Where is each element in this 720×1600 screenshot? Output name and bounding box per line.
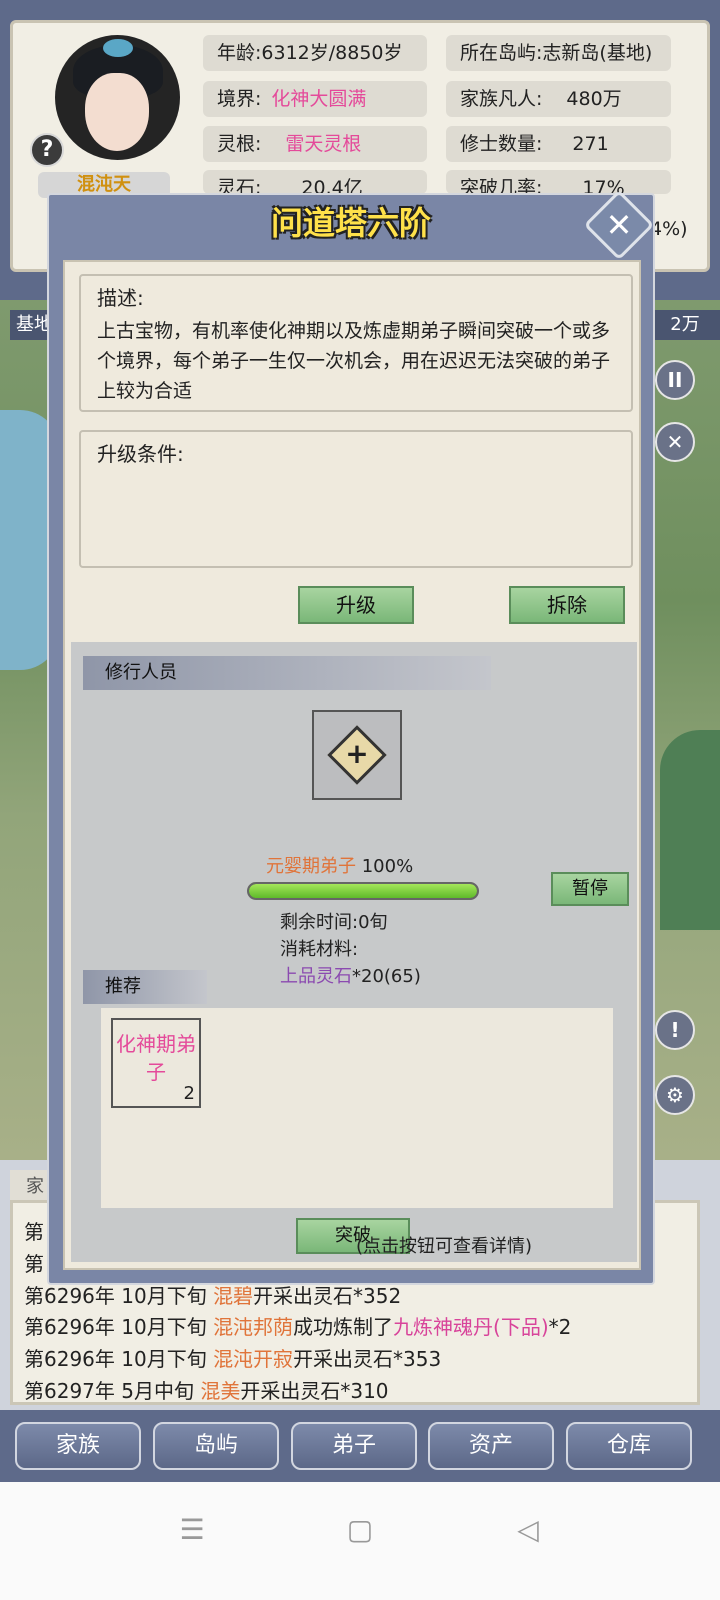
modal-body: 描述: 上古宝物，有机率使化神期以及炼虚期弟子瞬间突破一个或多个境界，每个弟子一… bbox=[63, 260, 641, 1270]
avatar-face bbox=[85, 73, 149, 151]
stat-root: 灵根: 雷天灵根 bbox=[203, 126, 427, 162]
progress-name: 元婴期弟子 bbox=[266, 856, 356, 877]
stat-family: 家族凡人: 480万 bbox=[446, 81, 671, 117]
nav-family-button[interactable]: 家族 bbox=[15, 1422, 141, 1470]
recommend-item-count: 2 bbox=[183, 1083, 195, 1104]
recommend-list: 化神期弟子 2 bbox=[101, 1008, 613, 1208]
back-icon[interactable]: ◁ bbox=[508, 1510, 548, 1550]
stat-stones-value: 20.4亿 bbox=[301, 177, 363, 194]
material-qty: *20(65) bbox=[352, 966, 421, 987]
stat-breakthrough: 突破几率: 17% bbox=[446, 170, 671, 194]
breakthrough-hint: (点击按钮可查看详情) bbox=[356, 1236, 533, 1257]
progress-bar bbox=[247, 882, 479, 900]
tower-modal: 问道塔六阶 ✕ 描述: 上古宝物，有机率使化神期以及炼虚期弟子瞬间突破一个或多个… bbox=[47, 189, 655, 1285]
progress-label: 元婴期弟子 100% bbox=[266, 852, 413, 878]
progress-percent: 100% bbox=[361, 856, 414, 877]
upgrade-button[interactable]: 升级 bbox=[298, 586, 414, 624]
settings-icon[interactable]: ⚙ bbox=[655, 1075, 695, 1115]
material-name: 上品灵石 bbox=[280, 966, 352, 987]
close-icon: ✕ bbox=[605, 206, 633, 244]
stat-root-label: 灵根: bbox=[217, 133, 262, 155]
trainee-header: 修行人员 bbox=[83, 656, 491, 690]
plus-icon: + bbox=[327, 725, 387, 785]
add-trainee-slot[interactable]: + bbox=[312, 710, 402, 800]
stat-partial-percent: 4%) bbox=[650, 218, 688, 240]
description-label: 描述: bbox=[97, 286, 144, 310]
help-icon[interactable]: ? bbox=[30, 133, 64, 167]
remaining-time: 剩余时间:0旬 bbox=[280, 912, 388, 933]
nav-warehouse-button[interactable]: 仓库 bbox=[566, 1422, 692, 1470]
progress-fill bbox=[249, 884, 477, 898]
pause-icon[interactable]: II bbox=[655, 360, 695, 400]
avatar-crown bbox=[103, 39, 133, 57]
stat-cultivators-value: 271 bbox=[572, 133, 609, 155]
modal-title: 问道塔六阶 bbox=[270, 204, 431, 242]
stat-stones: 灵石: 20.4亿 bbox=[203, 170, 427, 194]
stat-cultivators-label: 修士数量: bbox=[460, 133, 543, 155]
stat-root-value: 雷天灵根 bbox=[285, 133, 362, 155]
recommend-item[interactable]: 化神期弟子 2 bbox=[111, 1018, 201, 1108]
home-icon[interactable]: ▢ bbox=[340, 1510, 380, 1550]
close-scene-icon[interactable]: ✕ bbox=[655, 422, 695, 462]
character-avatar[interactable] bbox=[55, 35, 180, 160]
log-line: 第6297年 5月中旬 混美开采出灵石*310 bbox=[24, 1379, 389, 1403]
materials-label: 消耗材料: bbox=[280, 939, 359, 960]
stat-realm-value: 化神大圆满 bbox=[271, 88, 367, 110]
pause-button[interactable]: 暂停 bbox=[551, 872, 629, 906]
recommend-item-name: 化神期弟子 bbox=[116, 1032, 196, 1084]
trainee-section: 修行人员 + 元婴期弟子 100% 暂停 剩余时间:0旬 消耗材料: 上品灵石*… bbox=[71, 642, 637, 1262]
stat-age: 年龄:6312岁/8850岁 bbox=[203, 35, 427, 71]
recommend-header: 推荐 bbox=[83, 970, 207, 1004]
stat-breakthrough-label: 突破几率: bbox=[460, 177, 543, 194]
stat-realm: 境界: 化神大圆满 bbox=[203, 81, 427, 117]
stat-island: 所在岛屿:志新岛(基地) bbox=[446, 35, 671, 71]
description-box: 描述: 上古宝物，有机率使化神期以及炼虚期弟子瞬间突破一个或多个境界，每个弟子一… bbox=[79, 274, 633, 412]
nav-disciples-button[interactable]: 弟子 bbox=[291, 1422, 417, 1470]
stat-family-label: 家族凡人: bbox=[460, 88, 543, 110]
material-line: 上品灵石*20(65) bbox=[280, 962, 421, 988]
menu-icon[interactable]: ☰ bbox=[172, 1510, 212, 1550]
upgrade-conditions-label: 升级条件: bbox=[97, 442, 184, 466]
nav-assets-button[interactable]: 资产 bbox=[428, 1422, 554, 1470]
resource-label: 2万 bbox=[650, 310, 720, 340]
log-line: 第6296年 10月下旬 混沌开寂开采出灵石*353 bbox=[24, 1347, 442, 1371]
demolish-button[interactable]: 拆除 bbox=[509, 586, 625, 624]
nav-island-button[interactable]: 岛屿 bbox=[153, 1422, 279, 1470]
stat-cultivators: 修士数量: 271 bbox=[446, 126, 671, 162]
log-line: 第 bbox=[24, 1220, 44, 1244]
stat-stones-label: 灵石: bbox=[217, 177, 262, 194]
mountain-terrain bbox=[660, 730, 720, 930]
alert-icon[interactable]: ! bbox=[655, 1010, 695, 1050]
stat-realm-label: 境界: bbox=[217, 88, 262, 110]
stat-family-value: 480万 bbox=[566, 88, 622, 110]
log-line: 第 bbox=[24, 1252, 44, 1276]
upgrade-conditions-box: 升级条件: bbox=[79, 430, 633, 568]
log-line: 第6296年 10月下旬 混沌邦荫成功炼制了九炼神魂丹(下品)*2 bbox=[24, 1315, 572, 1339]
description-text: 上古宝物，有机率使化神期以及炼虚期弟子瞬间突破一个或多个境界，每个弟子一生仅一次… bbox=[97, 320, 611, 402]
